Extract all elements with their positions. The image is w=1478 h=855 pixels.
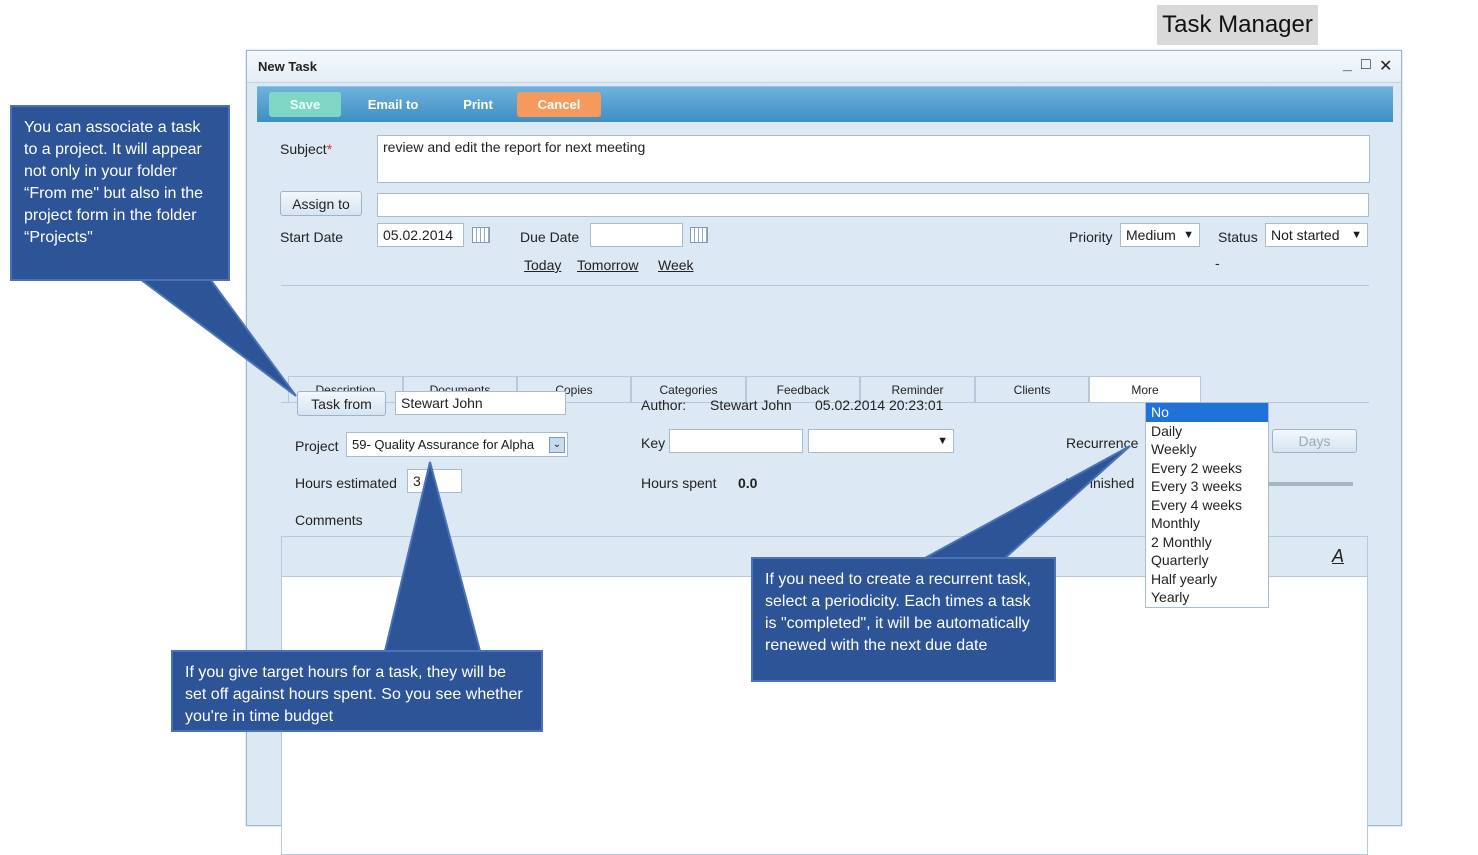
hours-callout: If you give target hours for a task, the…	[171, 650, 543, 732]
hours-callout-pointer	[383, 461, 482, 652]
project-callout: You can associate a task to a project. I…	[10, 105, 230, 281]
recurrence-callout-pointer	[924, 445, 1131, 559]
recurrence-callout: If you need to create a recurrent task, …	[751, 557, 1056, 682]
project-callout-pointer	[137, 278, 297, 397]
